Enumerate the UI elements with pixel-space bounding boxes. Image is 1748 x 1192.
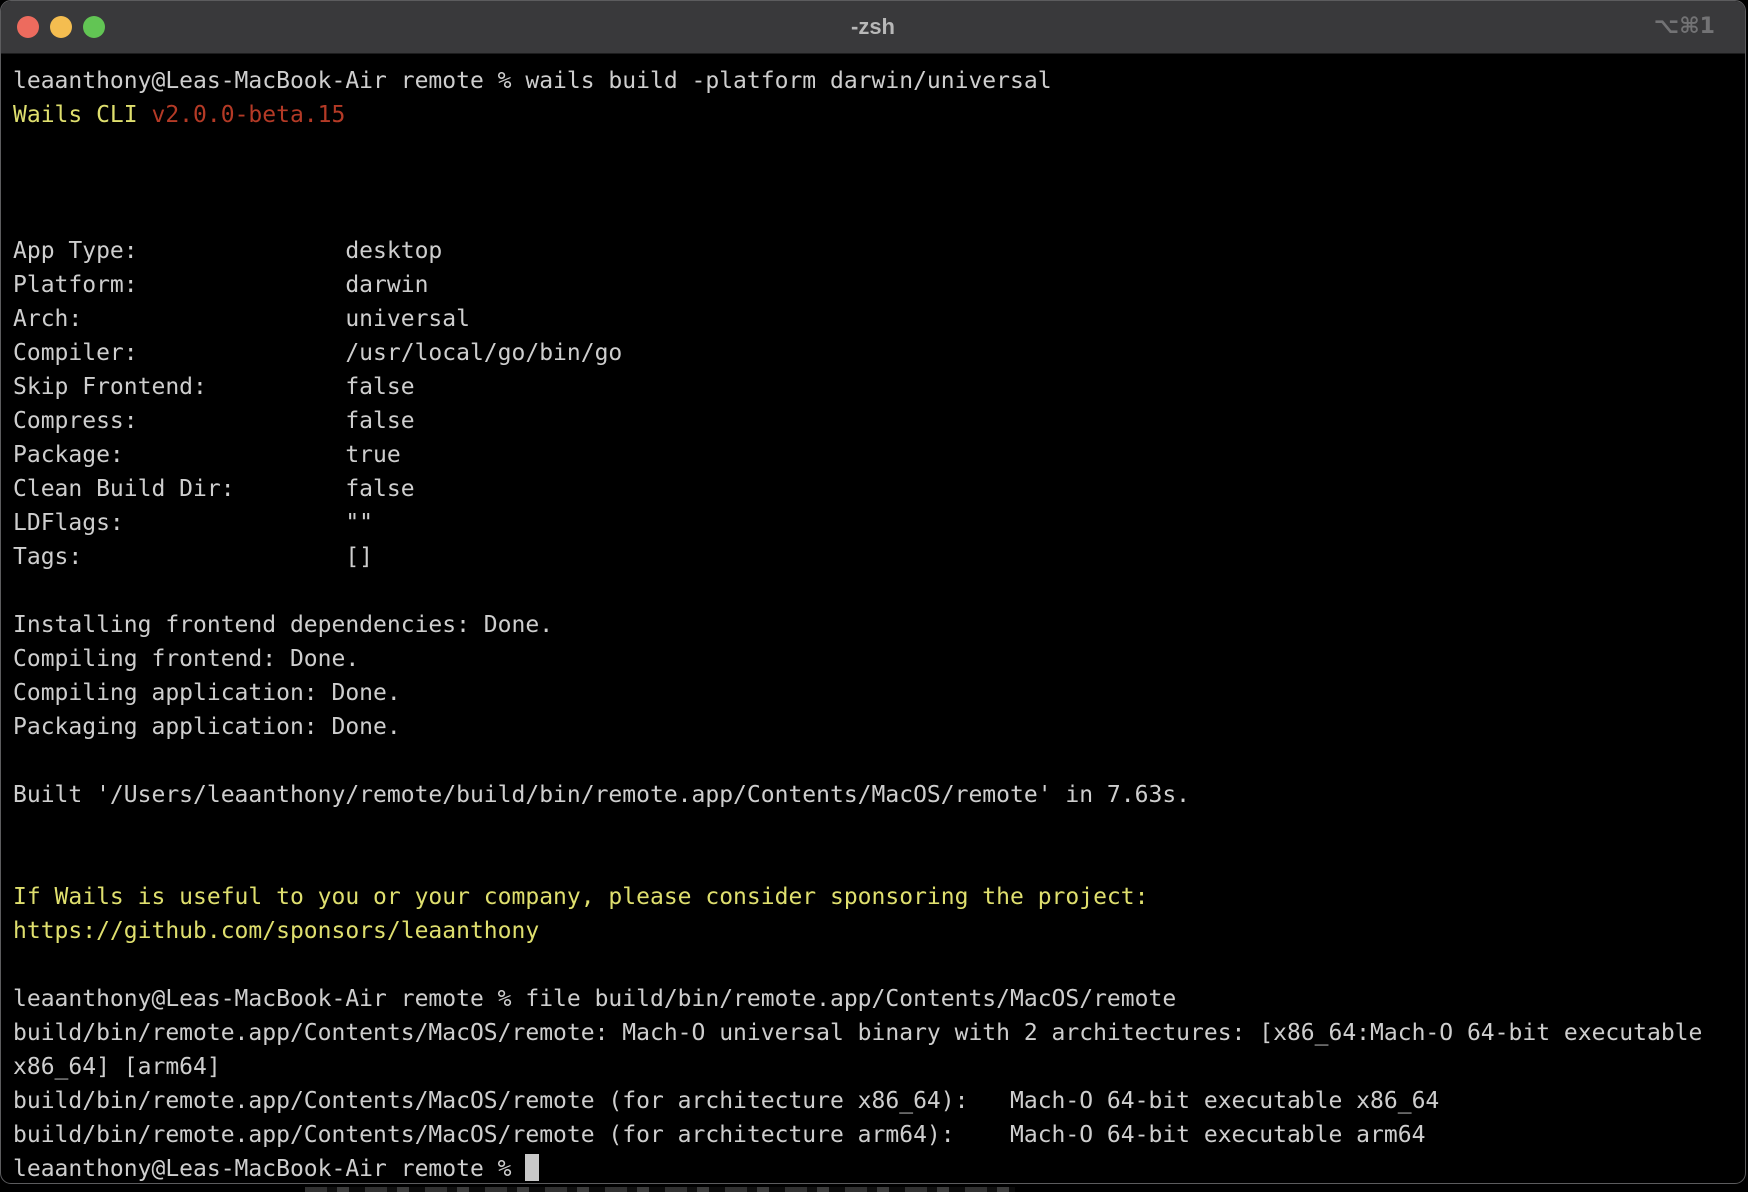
- terminal-line: Compress: false: [13, 404, 1733, 438]
- terminal-text-segment: build/bin/remote.app/Contents/MacOS/remo…: [13, 1088, 1439, 1114]
- terminal-text-segment: build/bin/remote.app/Contents/MacOS/remo…: [13, 1122, 1425, 1148]
- terminal-window: -zsh ⌥⌘1 leaanthony@Leas-MacBook-Air rem…: [0, 0, 1746, 1184]
- terminal-line: build/bin/remote.app/Contents/MacOS/remo…: [13, 1016, 1733, 1050]
- terminal-text-segment: https://github.com/sponsors/leaanthony: [13, 918, 539, 944]
- terminal-line: Built '/Users/leaanthony/remote/build/bi…: [13, 778, 1733, 812]
- terminal-line: [13, 744, 1733, 778]
- terminal-text-segment: build/bin/remote.app/Contents/MacOS/remo…: [13, 1020, 1702, 1046]
- terminal-text-segment: Compiling frontend: Done.: [13, 646, 359, 672]
- terminal-text-segment: LDFlags: "": [13, 510, 373, 536]
- terminal-text-segment: App Type: desktop: [13, 238, 442, 264]
- terminal-line: leaanthony@Leas-MacBook-Air remote %: [13, 1152, 1733, 1184]
- terminal-line: [13, 200, 1733, 234]
- terminal-line: Wails CLI v2.0.0-beta.15: [13, 98, 1733, 132]
- terminal-text-segment: Platform: darwin: [13, 272, 428, 298]
- terminal-line: [13, 574, 1733, 608]
- terminal-line: leaanthony@Leas-MacBook-Air remote % wai…: [13, 64, 1733, 98]
- terminal-text-segment: leaanthony@Leas-MacBook-Air remote % fil…: [13, 986, 1176, 1012]
- terminal-line: build/bin/remote.app/Contents/MacOS/remo…: [13, 1118, 1733, 1152]
- terminal-line: Compiler: /usr/local/go/bin/go: [13, 336, 1733, 370]
- terminal-text-segment: Skip Frontend: false: [13, 374, 415, 400]
- window-titlebar[interactable]: -zsh ⌥⌘1: [1, 1, 1745, 54]
- terminal-text-segment: v2.0.0-beta.15: [151, 102, 345, 128]
- terminal-text-segment: leaanthony@Leas-MacBook-Air remote % wai…: [13, 68, 1052, 94]
- terminal-line: Package: true: [13, 438, 1733, 472]
- terminal-text-segment: leaanthony@Leas-MacBook-Air remote %: [13, 1156, 525, 1182]
- terminal-line: Skip Frontend: false: [13, 370, 1733, 404]
- terminal-text-segment: Compiling application: Done.: [13, 680, 401, 706]
- terminal-line: Packaging application: Done.: [13, 710, 1733, 744]
- terminal-line: Clean Build Dir: false: [13, 472, 1733, 506]
- terminal-line: build/bin/remote.app/Contents/MacOS/remo…: [13, 1084, 1733, 1118]
- terminal-line: Platform: darwin: [13, 268, 1733, 302]
- terminal-line: [13, 132, 1733, 166]
- terminal-text-segment: Arch: universal: [13, 306, 470, 332]
- terminal-text-segment: Package: true: [13, 442, 401, 468]
- terminal-line: Arch: universal: [13, 302, 1733, 336]
- terminal-line: https://github.com/sponsors/leaanthony: [13, 914, 1733, 948]
- terminal-text-segment: Built '/Users/leaanthony/remote/build/bi…: [13, 782, 1190, 808]
- terminal-line: Installing frontend dependencies: Done.: [13, 608, 1733, 642]
- terminal-line: leaanthony@Leas-MacBook-Air remote % fil…: [13, 982, 1733, 1016]
- terminal-line: Compiling frontend: Done.: [13, 642, 1733, 676]
- terminal-text-segment: x86_64] [arm64]: [13, 1054, 221, 1080]
- background-window-artifact: [305, 1187, 1015, 1192]
- terminal-text-segment: Compiler: /usr/local/go/bin/go: [13, 340, 622, 366]
- window-shortcut-badge: ⌥⌘1: [1654, 1, 1715, 53]
- terminal-text-segment: If Wails is useful to you or your compan…: [13, 884, 1148, 910]
- terminal-line: [13, 166, 1733, 200]
- terminal-line: [13, 948, 1733, 982]
- terminal-line: If Wails is useful to you or your compan…: [13, 880, 1733, 914]
- terminal-output[interactable]: leaanthony@Leas-MacBook-Air remote % wai…: [1, 54, 1745, 1184]
- terminal-line: [13, 812, 1733, 846]
- terminal-line: Tags: []: [13, 540, 1733, 574]
- window-title: -zsh: [1, 1, 1745, 53]
- terminal-text-segment: Wails CLI: [13, 102, 151, 128]
- terminal-text-segment: Installing frontend dependencies: Done.: [13, 612, 553, 638]
- terminal-text-segment: Compress: false: [13, 408, 415, 434]
- terminal-text-segment: Clean Build Dir: false: [13, 476, 415, 502]
- terminal-cursor: [525, 1154, 539, 1181]
- terminal-text-segment: Packaging application: Done.: [13, 714, 401, 740]
- terminal-line: LDFlags: "": [13, 506, 1733, 540]
- terminal-line: [13, 846, 1733, 880]
- terminal-text-segment: Tags: []: [13, 544, 373, 570]
- terminal-line: App Type: desktop: [13, 234, 1733, 268]
- terminal-line: x86_64] [arm64]: [13, 1050, 1733, 1084]
- terminal-line: Compiling application: Done.: [13, 676, 1733, 710]
